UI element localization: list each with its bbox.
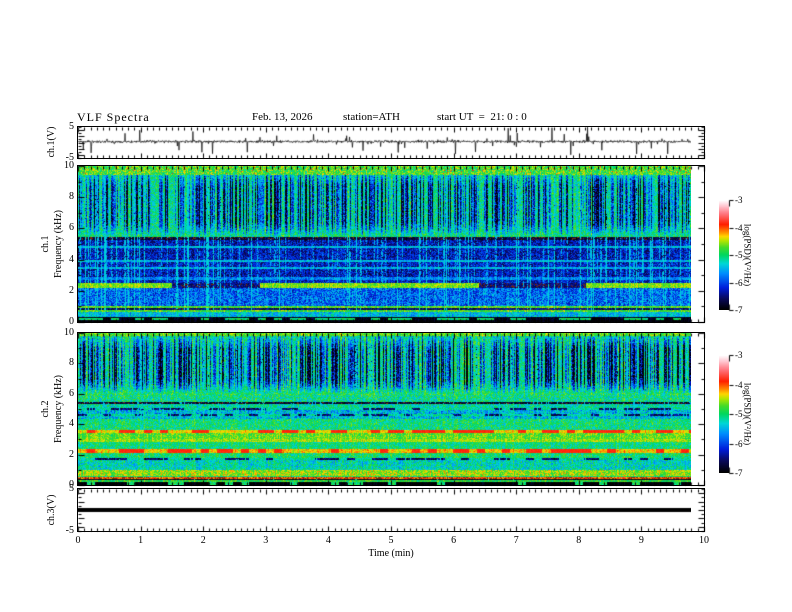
vlf-spectra-figure: VLF Spectra Feb. 13, 2026 station=ATH st… [0, 0, 792, 612]
axes-ticks-overlay [0, 0, 792, 612]
